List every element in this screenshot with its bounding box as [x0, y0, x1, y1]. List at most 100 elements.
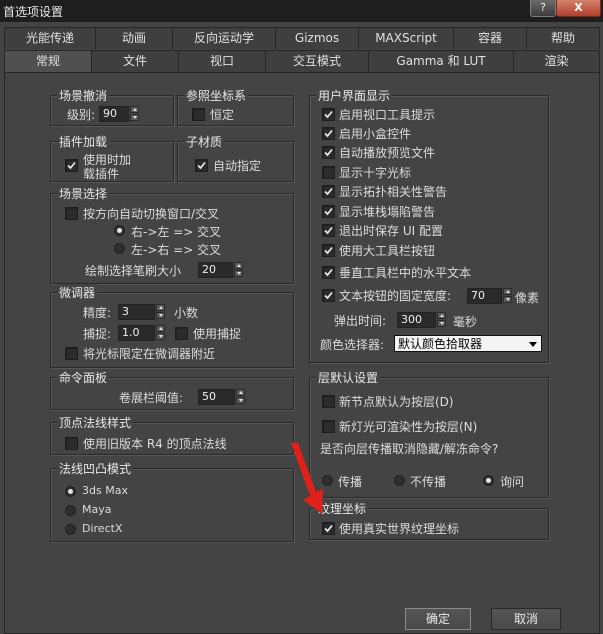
sub-material-group: 子材质 自动指定 — [177, 133, 294, 182]
vertex-normal-group: 顶点法线样式 使用旧版本 R4 的顶点法线 — [50, 414, 294, 455]
radio-right-to-left[interactable] — [114, 225, 125, 236]
radio-directx-label: DirectX — [82, 522, 123, 535]
scene-undo-group: 场景撤消 级别: 90 — [50, 87, 174, 126]
snap-field[interactable]: 1.0 — [118, 325, 155, 341]
new-node-by-layer-checkbox[interactable] — [322, 395, 335, 408]
precision-field[interactable]: 3 — [118, 304, 155, 320]
cancel-button[interactable]: 取消 — [491, 608, 561, 630]
checkmark-icon — [324, 129, 333, 138]
scene-select-group: 场景选择 按方向自动切换窗口/交叉 右->左 => 交叉 左->右 => 交叉 … — [50, 185, 294, 284]
horizontal-text-checkbox[interactable] — [322, 266, 335, 279]
close-button[interactable]: X — [556, 0, 601, 17]
fixed-width-arrows[interactable] — [503, 288, 512, 304]
tab-general[interactable]: 常规 — [4, 50, 92, 74]
radio-ask[interactable] — [483, 475, 494, 486]
legacy-normals-label: 使用旧版本 R4 的顶点法线 — [83, 437, 227, 451]
undo-level-field[interactable]: 90 — [99, 106, 129, 122]
normal-bump-group: 法线凹凸模式 3ds Max Maya DirectX — [50, 460, 294, 542]
brush-size-field[interactable]: 20 — [198, 262, 233, 278]
tab-radiosity[interactable]: 光能传递 — [4, 27, 96, 49]
rollout-threshold-field[interactable]: 50 — [198, 389, 235, 405]
checkmark-icon — [324, 110, 333, 119]
tab-gizmos[interactable]: Gizmos — [275, 27, 359, 49]
use-snap-checkbox[interactable] — [175, 327, 188, 340]
tab-animation[interactable]: 动画 — [95, 27, 173, 49]
fixed-width-checkbox[interactable] — [322, 289, 335, 302]
ref-coord-group: 参照坐标系 恒定 — [177, 87, 294, 126]
legacy-normals-checkbox[interactable] — [65, 437, 78, 450]
radio-left-to-right[interactable] — [114, 243, 125, 254]
viewport-tooltips-label: 启用视口工具提示 — [339, 108, 436, 122]
stack-collapse-warning-checkbox[interactable] — [322, 205, 335, 218]
manipulators-label: 启用小盒控件 — [339, 127, 412, 141]
precision-arrows[interactable] — [156, 304, 165, 320]
radio-3dsmax-label: 3ds Max — [82, 484, 128, 497]
auto-switch-checkbox[interactable] — [65, 207, 78, 220]
stack-collapse-warning-label: 显示堆栈塌陷警告 — [339, 205, 436, 219]
topology-warning-checkbox[interactable] — [322, 185, 335, 198]
brush-size-arrows[interactable] — [234, 262, 243, 278]
use-snap-label: 使用捕捉 — [193, 327, 242, 341]
color-picker-select[interactable]: 默认颜色拾取器 — [394, 335, 542, 352]
flyout-time-arrows[interactable] — [437, 312, 446, 328]
checkmark-icon — [324, 207, 333, 216]
real-world-coords-checkbox[interactable] — [322, 522, 335, 535]
new-light-by-layer-checkbox[interactable] — [322, 420, 335, 433]
tab-containers[interactable]: 容器 — [453, 27, 527, 49]
rollout-threshold-arrows[interactable] — [236, 389, 245, 405]
command-panel-legend: 命令面板 — [57, 369, 110, 386]
flyout-time-field[interactable]: 300 — [397, 312, 436, 328]
viewport-tooltips-checkbox[interactable] — [322, 108, 335, 121]
spinners-legend: 微调器 — [57, 284, 98, 301]
cursor-limit-checkbox[interactable] — [65, 347, 78, 360]
large-toolbar-buttons-checkbox[interactable] — [322, 244, 335, 257]
fixed-width-unit: 像素 — [515, 291, 540, 305]
crosshair-cursor-checkbox[interactable] — [322, 166, 335, 179]
scene-undo-legend: 场景撤消 — [57, 87, 110, 104]
checkmark-icon — [67, 161, 76, 170]
radio-no-propagate-label: 不传播 — [410, 475, 447, 489]
constant-label: 恒定 — [210, 108, 235, 122]
layer-defaults-legend: 层默认设置 — [316, 369, 381, 386]
undo-level-arrows[interactable] — [130, 106, 139, 122]
radio-no-propagate[interactable] — [394, 475, 405, 486]
snap-arrows[interactable] — [156, 325, 165, 341]
radio-3dsmax[interactable] — [65, 486, 76, 497]
tab-ik[interactable]: 反向运动学 — [172, 27, 276, 49]
save-ui-config-checkbox[interactable] — [322, 224, 335, 237]
radio-directx[interactable] — [65, 524, 76, 535]
tab-gamma-lut[interactable]: Gamma 和 LUT — [368, 50, 514, 72]
radio-maya[interactable] — [65, 505, 76, 516]
autoplay-preview-label: 自动播放预览文件 — [339, 146, 436, 160]
checkmark-icon — [324, 291, 333, 300]
fixed-width-label: 文本按钮的固定宽度: — [339, 289, 452, 303]
help-button[interactable]: ? — [530, 0, 556, 17]
tab-interaction-mode[interactable]: 交互模式 — [265, 50, 369, 72]
title-bar — [0, 0, 603, 22]
constant-checkbox[interactable] — [192, 108, 205, 121]
tab-help[interactable]: 帮助 — [526, 27, 600, 49]
topology-warning-label: 显示拓扑相关性警告 — [339, 185, 448, 199]
tab-maxscript[interactable]: MAXScript — [358, 27, 454, 49]
scene-select-legend: 场景选择 — [57, 185, 110, 202]
real-world-coords-label: 使用真实世界纹理坐标 — [339, 522, 460, 536]
checkmark-icon — [324, 524, 333, 533]
auto-assign-checkbox[interactable] — [195, 159, 208, 172]
tab-files[interactable]: 文件 — [91, 50, 179, 72]
radio-ask-label: 询问 — [500, 475, 525, 489]
ok-button[interactable]: 确定 — [405, 608, 471, 630]
manipulators-checkbox[interactable] — [322, 127, 335, 140]
tab-rendering[interactable]: 渲染 — [513, 50, 600, 72]
fixed-width-field[interactable]: 70 — [467, 288, 502, 304]
texture-coords-group: 纹理坐标 使用真实世界纹理坐标 — [309, 500, 549, 540]
load-on-demand-checkbox[interactable] — [65, 159, 78, 172]
command-panel-group: 命令面板 卷展栏阈值: 50 — [50, 369, 294, 410]
autoplay-preview-checkbox[interactable] — [322, 146, 335, 159]
horizontal-text-label: 垂直工具栏中的水平文本 — [339, 266, 472, 280]
ui-display-group: 用户界面显示 启用视口工具提示 启用小盒控件 自动播放预览文件 显示十字光标 显… — [309, 87, 549, 363]
tab-viewports[interactable]: 视口 — [178, 50, 266, 72]
plugin-load-group: 插件加载 使用时加 载插件 — [50, 133, 174, 182]
window-title: 首选项设置 — [3, 5, 64, 19]
cursor-limit-label: 将光标限定在微调器附近 — [83, 347, 216, 361]
chevron-down-icon — [529, 342, 537, 347]
